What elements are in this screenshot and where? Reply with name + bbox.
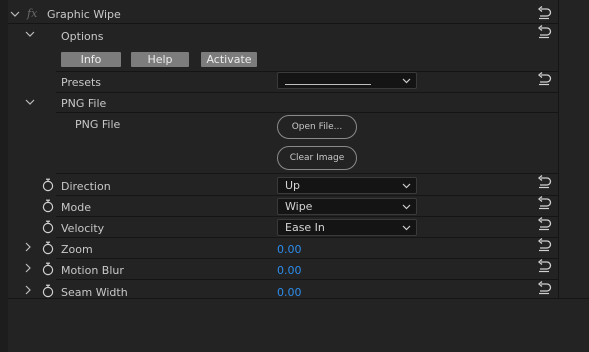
info-button[interactable]: Info xyxy=(61,52,121,67)
stopwatch-icon[interactable] xyxy=(42,284,54,298)
stopwatch-icon[interactable] xyxy=(42,262,54,276)
direction-value: Up xyxy=(285,179,301,192)
motion-blur-label: Motion Blur xyxy=(61,264,124,277)
help-button[interactable]: Help xyxy=(131,52,189,67)
chevron-down-icon[interactable] xyxy=(10,9,20,19)
chevron-right-icon[interactable] xyxy=(23,263,33,273)
reset-icon[interactable] xyxy=(536,217,552,231)
png-file-label: PNG File xyxy=(75,118,121,131)
reset-icon[interactable] xyxy=(536,281,552,295)
reset-icon[interactable] xyxy=(536,72,552,86)
presets-label: Presets xyxy=(61,76,102,89)
velocity-label: Velocity xyxy=(61,222,105,235)
velocity-dropdown[interactable]: Ease In xyxy=(277,219,417,236)
velocity-value: Ease In xyxy=(285,221,325,234)
presets-dropdown[interactable] xyxy=(277,72,417,89)
reset-icon[interactable] xyxy=(536,175,552,189)
reset-icon[interactable] xyxy=(536,25,552,39)
chevron-down-icon xyxy=(402,78,411,84)
stopwatch-icon[interactable] xyxy=(42,241,54,255)
options-label: Options xyxy=(61,30,104,43)
stopwatch-icon[interactable] xyxy=(42,220,54,234)
stopwatch-icon[interactable] xyxy=(42,199,54,213)
left-gutter xyxy=(0,0,8,352)
open-file-button[interactable]: Open File... xyxy=(277,115,357,139)
direction-label: Direction xyxy=(61,180,111,193)
zoom-label: Zoom xyxy=(61,243,93,256)
reset-icon[interactable] xyxy=(536,259,552,273)
chevron-right-icon[interactable] xyxy=(23,242,33,252)
png-file-group-label: PNG File xyxy=(61,97,107,110)
mode-dropdown[interactable]: Wipe xyxy=(277,198,417,215)
zoom-value[interactable]: 0.00 xyxy=(277,243,302,256)
chevron-down-icon xyxy=(402,204,411,210)
clear-image-button[interactable]: Clear Image xyxy=(277,146,357,170)
chevron-down-icon[interactable] xyxy=(25,97,35,107)
mode-label: Mode xyxy=(61,201,91,214)
fx-badge[interactable]: fx xyxy=(27,7,37,20)
effect-title: Graphic Wipe xyxy=(47,8,121,21)
chevron-down-icon[interactable] xyxy=(25,29,35,39)
stopwatch-icon[interactable] xyxy=(42,178,54,192)
chevron-down-icon xyxy=(402,225,411,231)
reset-icon[interactable] xyxy=(536,196,552,210)
chevron-down-icon xyxy=(402,183,411,189)
chevron-right-icon[interactable] xyxy=(23,285,33,295)
direction-dropdown[interactable]: Up xyxy=(277,177,417,194)
presets-underline xyxy=(285,84,371,85)
activate-button[interactable]: Activate xyxy=(201,52,257,67)
motion-blur-value[interactable]: 0.00 xyxy=(277,264,302,277)
reset-icon[interactable] xyxy=(536,6,552,20)
mode-value: Wipe xyxy=(285,200,313,213)
reset-icon[interactable] xyxy=(536,238,552,252)
timeline-column xyxy=(558,0,589,298)
